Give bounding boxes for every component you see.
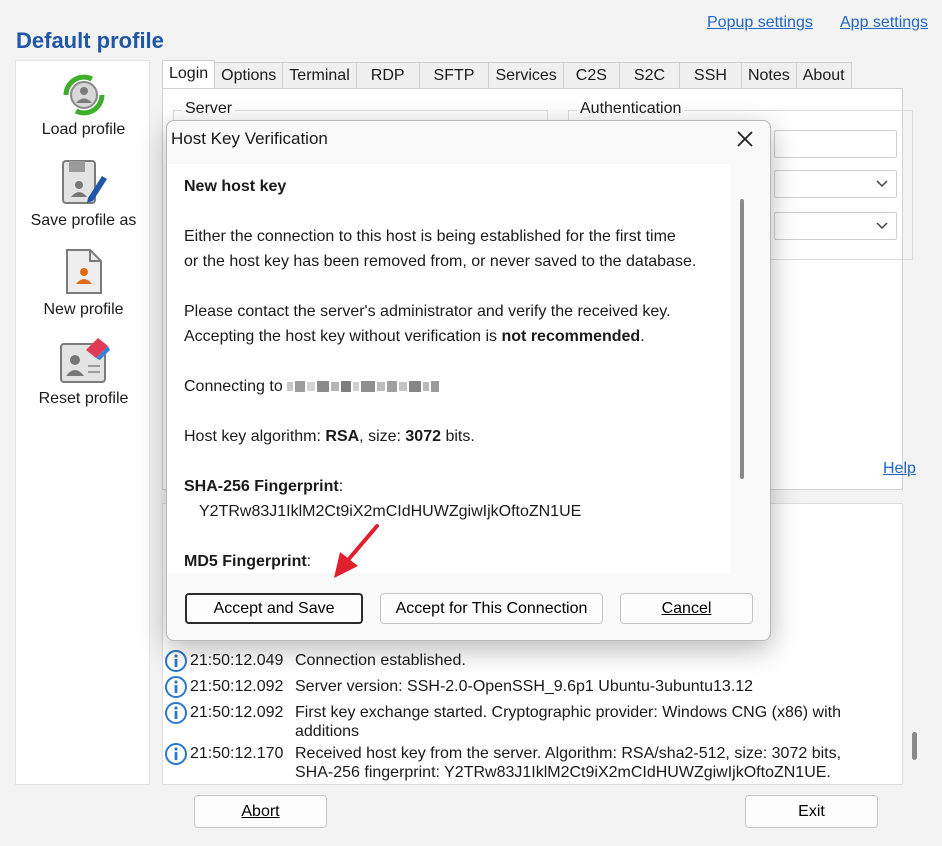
tab-c2s[interactable]: C2S bbox=[562, 62, 620, 88]
host-key-dialog: Host Key Verification New host key Eithe… bbox=[166, 120, 771, 641]
algo-prefix: Host key algorithm: bbox=[184, 428, 326, 445]
log-message: Connection established. bbox=[295, 652, 466, 669]
tab-sftp[interactable]: SFTP bbox=[418, 62, 490, 88]
log-entry: 21:50:12.092 First key exchange started.… bbox=[163, 701, 863, 741]
log-time: 21:50:12.092 bbox=[190, 678, 284, 695]
log-message: Received host key from the server. Algor… bbox=[295, 745, 842, 781]
connecting-line: Connecting to bbox=[184, 374, 440, 399]
save-profile-as-button[interactable]: Save profile as bbox=[16, 158, 151, 230]
size-value: 3072 bbox=[405, 428, 441, 445]
intro-line-2: or the host key has been removed from, o… bbox=[184, 253, 697, 270]
tab-terminal[interactable]: Terminal bbox=[282, 62, 357, 88]
tab-about[interactable]: About bbox=[795, 62, 852, 88]
log-entry: 21:50:12.170 Received host key from the … bbox=[163, 742, 863, 782]
annotation-arrow-icon bbox=[334, 524, 379, 578]
log-time: 21:50:12.092 bbox=[190, 704, 284, 721]
sha256-colon: : bbox=[338, 478, 344, 495]
tab-s2c[interactable]: S2C bbox=[618, 62, 681, 88]
save-profile-icon bbox=[61, 160, 107, 204]
size-prefix: , size: bbox=[359, 428, 406, 445]
log-scrollbar[interactable] bbox=[912, 732, 917, 760]
load-profile-icon bbox=[63, 74, 104, 116]
contact-line-2-suffix: . bbox=[640, 328, 645, 345]
cancel-button[interactable]: Cancel bbox=[620, 593, 753, 624]
log-entry: 21:50:12.049 Connection established. bbox=[163, 649, 863, 673]
load-profile-label: Load profile bbox=[41, 121, 126, 138]
info-icon bbox=[165, 676, 187, 698]
contact-line-1: Please contact the server's administrato… bbox=[184, 303, 671, 320]
sha256-fingerprint: Y2TRw83J1IklM2Ct9iX2mCIdHUWZgiwIjkOftoZN… bbox=[199, 503, 582, 520]
tab-ssh[interactable]: SSH bbox=[679, 62, 742, 88]
abort-mnemonic: Abort bbox=[241, 802, 280, 820]
authentication-group-label: Authentication bbox=[577, 100, 685, 118]
reset-profile-icon bbox=[59, 338, 110, 383]
exit-label: Exit bbox=[798, 802, 825, 820]
help-link[interactable]: Help bbox=[883, 460, 916, 478]
new-host-key-heading: New host key bbox=[184, 178, 287, 195]
tab-notes[interactable]: Notes bbox=[740, 62, 797, 88]
accept-and-save-label: Accept and Save bbox=[213, 599, 335, 617]
tab-options[interactable]: Options bbox=[214, 62, 284, 88]
cancel-label: Cancel bbox=[661, 599, 712, 617]
tab-services[interactable]: Services bbox=[488, 62, 564, 88]
exit-button[interactable]: Exit bbox=[745, 795, 878, 828]
info-icon bbox=[165, 743, 187, 765]
dialog-scrollbar[interactable] bbox=[740, 199, 744, 479]
server-group-label: Server bbox=[182, 100, 236, 118]
tab-rdp[interactable]: RDP bbox=[355, 62, 420, 88]
app-settings-link[interactable]: App settings bbox=[840, 14, 928, 32]
save-profile-as-label: Save profile as bbox=[30, 212, 137, 229]
md5-colon: : bbox=[306, 553, 312, 570]
log-message: First key exchange started. Cryptographi… bbox=[295, 704, 841, 740]
log-message: Server version: SSH-2.0-OpenSSH_9.6p1 Ub… bbox=[295, 678, 754, 695]
popup-settings-link[interactable]: Popup settings bbox=[707, 14, 813, 32]
sha256-heading-line: SHA-256 Fingerprint: bbox=[184, 474, 343, 499]
chevron-down-icon bbox=[876, 180, 888, 188]
username-field[interactable] bbox=[774, 130, 897, 158]
load-profile-button[interactable]: Load profile bbox=[16, 73, 151, 139]
new-profile-icon bbox=[65, 249, 102, 294]
reset-profile-label: Reset profile bbox=[38, 390, 129, 407]
info-icon bbox=[165, 702, 187, 724]
md5-heading: MD5 Fingerprint bbox=[184, 553, 307, 570]
settings-tabs: Login Options Terminal RDP SFTP Services… bbox=[162, 60, 852, 88]
info-icon bbox=[165, 650, 187, 672]
auth-option-select[interactable] bbox=[774, 212, 897, 240]
not-recommended-text: not recommended bbox=[501, 328, 641, 345]
contact-line-2: Accepting the host key without verificat… bbox=[184, 324, 645, 349]
auth-method-select[interactable] bbox=[774, 170, 897, 198]
log-time: 21:50:12.170 bbox=[190, 745, 284, 762]
profile-sidebar: Load profile Save profile as New profile bbox=[15, 60, 150, 785]
intro-line-1: Either the connection to this host is be… bbox=[184, 228, 676, 245]
accept-and-save-button[interactable]: Accept and Save bbox=[185, 593, 363, 624]
abort-button[interactable]: Abort bbox=[194, 795, 327, 828]
log-time: 21:50:12.049 bbox=[190, 652, 284, 669]
redacted-host-address bbox=[287, 380, 440, 392]
dialog-title: Host Key Verification bbox=[171, 129, 328, 148]
sha256-heading: SHA-256 Fingerprint bbox=[184, 478, 339, 495]
log-entry: 21:50:12.092 Server version: SSH-2.0-Ope… bbox=[163, 675, 863, 699]
algo-value: RSA bbox=[325, 428, 360, 445]
accept-for-connection-label: Accept for This Connection bbox=[395, 599, 588, 617]
connecting-label: Connecting to bbox=[184, 378, 288, 395]
new-profile-label: New profile bbox=[43, 301, 124, 318]
profile-title: Default profile bbox=[16, 28, 164, 53]
dialog-content: New host key Either the connection to th… bbox=[167, 164, 730, 573]
md5-heading-line: MD5 Fingerprint: bbox=[184, 549, 311, 573]
new-profile-button[interactable]: New profile bbox=[16, 247, 151, 319]
chevron-down-icon bbox=[876, 222, 888, 230]
accept-for-connection-button[interactable]: Accept for This Connection bbox=[380, 593, 603, 624]
host-key-algorithm-line: Host key algorithm: RSA, size: 3072 bits… bbox=[184, 424, 475, 449]
size-suffix: bits. bbox=[441, 428, 475, 445]
contact-line-2-prefix: Accepting the host key without verificat… bbox=[184, 328, 502, 345]
close-icon[interactable] bbox=[733, 127, 757, 151]
tab-login[interactable]: Login bbox=[162, 60, 216, 88]
reset-profile-button[interactable]: Reset profile bbox=[16, 336, 151, 408]
